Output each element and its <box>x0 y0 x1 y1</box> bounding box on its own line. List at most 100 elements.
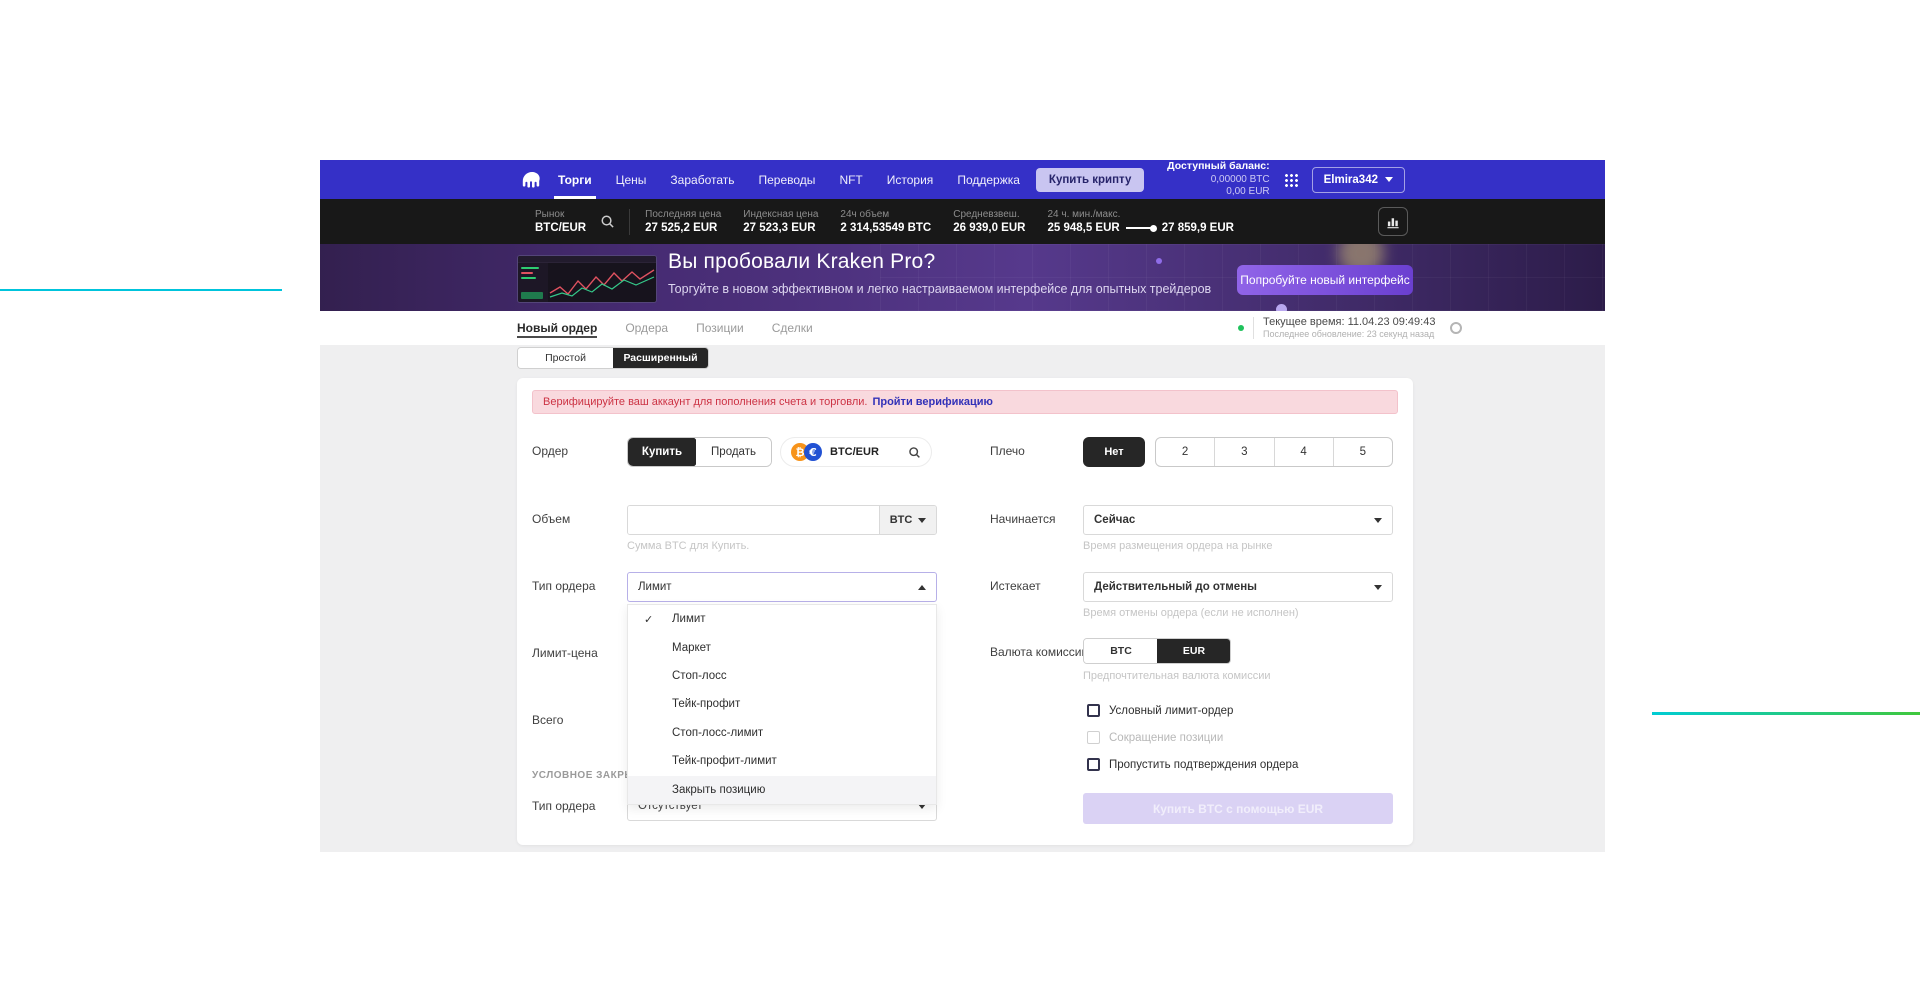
chevron-down-icon <box>918 518 926 523</box>
buy-crypto-button[interactable]: Купить крипту <box>1036 168 1144 192</box>
tab-new-order[interactable]: Новый ордер <box>517 311 597 345</box>
last-update: Последнее обновление: 23 секунд назад <box>1263 329 1435 341</box>
market-label: Рынок <box>535 208 586 221</box>
option-take-profit[interactable]: Тейк-профит <box>628 690 936 718</box>
current-time: Текущее время: 11.04.23 09:49:43 <box>1263 315 1435 329</box>
stat-value: 27 523,3 EUR <box>743 221 818 236</box>
conditional-limit-checkbox-row[interactable]: Условный лимит-ордер <box>1087 704 1233 717</box>
try-new-interface-button[interactable]: Попробуйте новый интерфейс <box>1237 265 1413 295</box>
user-menu-button[interactable]: Elmira342 <box>1312 167 1405 193</box>
search-icon[interactable] <box>908 446 921 459</box>
option-close-position[interactable]: Закрыть позицию <box>628 776 936 804</box>
nav-item-trade[interactable]: Торги <box>558 160 592 199</box>
checkbox-label: Условный лимит-ордер <box>1109 705 1233 717</box>
chevron-down-icon <box>1385 177 1393 182</box>
range-slider <box>1126 227 1156 229</box>
mode-toggle: Простой Расширенный <box>517 347 709 369</box>
search-icon[interactable] <box>600 214 615 229</box>
volume-field: BTC <box>627 505 937 535</box>
kraken-logo-icon[interactable] <box>520 170 544 190</box>
checkbox-label: Сокращение позиции <box>1109 732 1223 744</box>
stat-label: Последняя цена <box>645 208 721 221</box>
volume-input[interactable] <box>628 506 879 534</box>
starts-value: Сейчас <box>1094 514 1135 526</box>
order-tabbar: Новый ордер Ордера Позиции Сделки Текуще… <box>320 311 1605 345</box>
starts-select[interactable]: Сейчас <box>1083 505 1393 535</box>
option-take-profit-limit[interactable]: Тейк-профит-лимит <box>628 747 936 775</box>
nav-item-earn[interactable]: Заработать <box>670 160 734 199</box>
nav-item-prices[interactable]: Цены <box>616 160 647 199</box>
apps-grid-icon[interactable] <box>1284 173 1298 187</box>
buy-button[interactable]: Купить <box>627 437 697 467</box>
stat-label: Средневзвеш. <box>953 208 1025 221</box>
fee-btc[interactable]: BTC <box>1084 639 1158 663</box>
leverage-2[interactable]: 2 <box>1156 438 1214 466</box>
nav-item-support[interactable]: Поддержка <box>957 160 1020 199</box>
tab-orders[interactable]: Ордера <box>625 311 668 345</box>
tab-trades[interactable]: Сделки <box>772 311 813 345</box>
option-label: Тейк-профит <box>672 698 740 710</box>
banner-dot-decoration <box>1156 258 1162 264</box>
expires-help: Время отмены ордера (если не исполнен) <box>1083 607 1299 619</box>
order-type-select[interactable]: Лимит <box>627 572 937 602</box>
expires-label: Истекает <box>990 579 1041 593</box>
mode-simple[interactable]: Простой <box>518 348 613 368</box>
banner-subtitle: Торгуйте в новом эффективном и легко нас… <box>668 282 1211 296</box>
limit-price-label: Лимит-цена <box>532 646 598 660</box>
option-limit[interactable]: ✓ Лимит <box>628 605 936 633</box>
nav-item-transfers[interactable]: Переводы <box>759 160 816 199</box>
fee-eur[interactable]: EUR <box>1157 638 1231 664</box>
leverage-none-button[interactable]: Нет <box>1083 437 1145 467</box>
leverage-3[interactable]: 3 <box>1214 438 1273 466</box>
verification-link[interactable]: Пройти верификацию <box>872 396 992 408</box>
checkbox-icon[interactable] <box>1087 758 1100 771</box>
available-balance: Доступный баланс: 0,00000 BTC 0,00 EUR <box>1167 160 1270 198</box>
starts-help: Время размещения ордера на рынке <box>1083 540 1272 552</box>
leverage-label: Плечо <box>990 444 1025 458</box>
market-ticker-bar: Рынок BTC/EUR Последняя цена 27 525,2 EU… <box>320 199 1605 244</box>
user-name: Elmira342 <box>1324 174 1378 186</box>
pair-text: BTC/EUR <box>830 446 879 458</box>
order-label: Ордер <box>532 444 568 458</box>
option-label: Стоп-лосс-лимит <box>672 727 763 739</box>
submit-buy-button[interactable]: Купить BTC с помощью EUR <box>1083 793 1393 824</box>
starts-label: Начинается <box>990 512 1055 526</box>
volume-currency: BTC <box>890 514 913 526</box>
leverage-4[interactable]: 4 <box>1274 438 1333 466</box>
buy-sell-toggle: Купить Продать <box>627 437 772 467</box>
refresh-icon[interactable] <box>1450 322 1462 334</box>
checkbox-icon[interactable] <box>1087 704 1100 717</box>
range-max: 27 859,9 EUR <box>1162 221 1234 236</box>
mode-advanced[interactable]: Расширенный <box>613 348 708 368</box>
kraken-app-window: Торги Цены Заработать Переводы NFT Истор… <box>320 160 1605 852</box>
market-selector[interactable]: Рынок BTC/EUR <box>535 208 586 236</box>
banner-dot-decoration <box>1276 304 1287 311</box>
expires-select[interactable]: Действительный до отмены <box>1083 572 1393 602</box>
leverage-5[interactable]: 5 <box>1333 438 1392 466</box>
main-navigation: Торги Цены Заработать Переводы NFT Истор… <box>558 160 1020 199</box>
sell-button[interactable]: Продать <box>696 438 771 466</box>
check-icon: ✓ <box>644 613 653 626</box>
range-dot <box>1150 225 1157 232</box>
option-stop-loss[interactable]: Стоп-лосс <box>628 662 936 690</box>
checkbox-label: Пропустить подтверждения ордера <box>1109 759 1298 771</box>
nav-item-history[interactable]: История <box>887 160 934 199</box>
live-status-dot <box>1238 325 1244 331</box>
volume-currency-dropdown[interactable]: BTC <box>879 506 936 534</box>
eur-coin-icon: € <box>804 443 822 461</box>
nav-item-nft[interactable]: NFT <box>839 160 862 199</box>
stat-label: Индексная цена <box>743 208 818 221</box>
stat-last-price: Последняя цена 27 525,2 EUR <box>645 208 721 236</box>
option-market[interactable]: Маркет <box>628 633 936 661</box>
warning-text: Верифицируйте ваш аккаунт для пополнения… <box>543 396 867 408</box>
option-label: Маркет <box>672 642 711 654</box>
stat-minmax: 24 ч. мин./макс. 25 948,5 EUR 27 859,9 E… <box>1047 208 1234 236</box>
option-stop-loss-limit[interactable]: Стоп-лосс-лимит <box>628 719 936 747</box>
stat-value: 26 939,0 EUR <box>953 221 1025 236</box>
tab-positions[interactable]: Позиции <box>696 311 744 345</box>
pair-selector[interactable]: ₿ € BTC/EUR <box>780 437 932 467</box>
new-order-card: Верифицируйте ваш аккаунт для пополнения… <box>517 378 1413 845</box>
chart-view-button[interactable] <box>1378 207 1408 236</box>
chevron-down-icon <box>1374 585 1382 590</box>
skip-confirmation-checkbox-row[interactable]: Пропустить подтверждения ордера <box>1087 758 1298 771</box>
